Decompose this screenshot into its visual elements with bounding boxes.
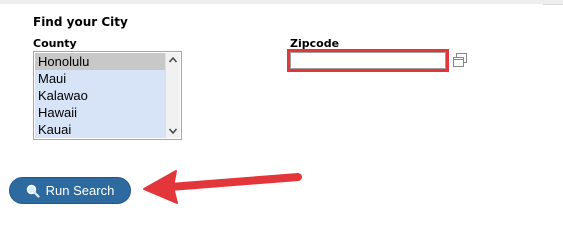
county-option-hawaii[interactable]: Hawaii (35, 104, 165, 121)
county-option-honolulu[interactable]: Honolulu (35, 53, 165, 70)
run-search-button[interactable]: Run Search (9, 177, 131, 204)
form-title: Find your City (33, 15, 128, 29)
county-option-maui[interactable]: Maui (35, 70, 165, 87)
zipcode-input[interactable] (290, 52, 446, 69)
top-divider (0, 0, 563, 4)
county-option-kauai[interactable]: Kauai (35, 121, 165, 138)
chevron-up-icon[interactable] (166, 53, 180, 67)
search-icon (26, 184, 40, 198)
chevron-down-icon[interactable] (166, 124, 180, 138)
copy-icon[interactable] (452, 52, 468, 68)
county-scrollbar[interactable] (165, 53, 180, 138)
county-label: County (33, 37, 77, 50)
county-options: Honolulu Maui Kalawao Hawaii Kauai (35, 53, 165, 138)
county-option-kalawao[interactable]: Kalawao (35, 87, 165, 104)
top-divider-accent (543, 4, 563, 5)
county-listbox[interactable]: Honolulu Maui Kalawao Hawaii Kauai (33, 51, 182, 140)
annotation-arrow (143, 170, 302, 204)
run-search-label: Run Search (45, 183, 115, 198)
